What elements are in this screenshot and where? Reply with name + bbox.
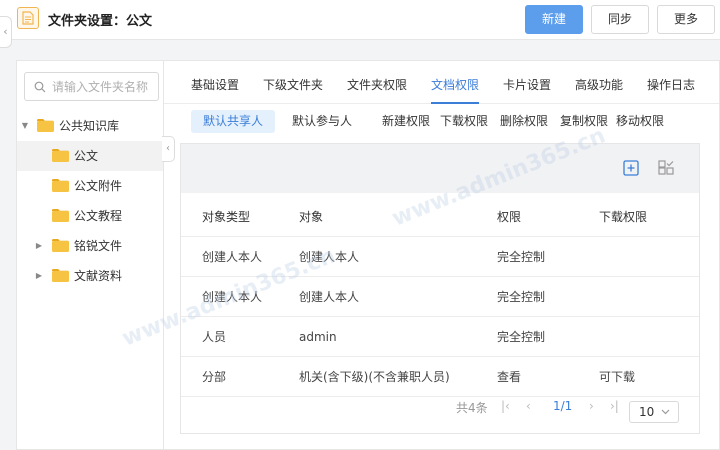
caret-down-icon[interactable]: ▼ (20, 111, 30, 141)
cell-permission: 完全控制 (497, 290, 546, 304)
folder-icon (52, 239, 69, 252)
prev-page-icon[interactable]: ‹ (526, 399, 531, 413)
cell-object: 创建人本人 (299, 290, 360, 304)
tree-item-doc-attachments[interactable]: 公文附件 (17, 171, 163, 201)
more-button[interactable]: 更多 (657, 5, 715, 34)
tab-document-permissions[interactable]: 文档权限 (431, 76, 479, 98)
last-page-icon[interactable]: ›| (610, 399, 619, 413)
folder-icon (52, 149, 69, 162)
chevron-left-icon: ‹ (3, 25, 8, 38)
column-header: 下载权限 (599, 210, 648, 224)
tab-advanced[interactable]: 高级功能 (575, 76, 623, 98)
pagination-total: 共4条 (456, 401, 488, 415)
subtab-copy-permission[interactable]: 复制权限 (560, 110, 608, 133)
tree-item-literature[interactable]: ▶ 文献资料 (17, 261, 163, 291)
caret-right-icon[interactable]: ▶ (34, 261, 44, 291)
next-page-icon[interactable]: › (589, 399, 594, 413)
tree-item-doc-tutorials[interactable]: 公文教程 (17, 201, 163, 231)
tab-card-settings[interactable]: 卡片设置 (503, 76, 551, 98)
folder-icon (52, 179, 69, 192)
folder-sidebar: ▼ 公共知识库 公文 公文附件 公文教程 ▶ 铭锐文件 ▶ 文献资料 (16, 60, 163, 450)
table-row[interactable]: 创建人本人 创建人本人 完全控制 (181, 237, 699, 277)
search-icon (34, 81, 46, 93)
tree-item-label: 公文附件 (74, 179, 123, 193)
collapse-left-button[interactable]: ‹ (0, 16, 12, 48)
folder-icon (52, 269, 69, 282)
tab-subfolders[interactable]: 下级文件夹 (263, 76, 323, 98)
collapse-sidebar-button[interactable]: ‹ (162, 136, 175, 162)
tab-basic-settings[interactable]: 基础设置 (191, 76, 239, 98)
cell-object: 创建人本人 (299, 250, 360, 264)
cell-permission: 查看 (497, 370, 522, 384)
column-header: 对象 (299, 210, 324, 224)
subtab-move-permission[interactable]: 移动权限 (616, 110, 664, 133)
cell-object: 机关(含下级)(不含兼职人员) (299, 370, 450, 384)
page-size-select[interactable]: 10 (629, 401, 679, 423)
sync-button[interactable]: 同步 (591, 5, 649, 34)
subtab-delete-permission[interactable]: 删除权限 (500, 110, 548, 133)
first-page-icon[interactable]: |‹ (501, 399, 510, 413)
page-size-value: 10 (639, 405, 655, 419)
subtab-create-permission[interactable]: 新建权限 (382, 110, 430, 133)
permissions-panel: 对象类型 对象 权限 下载权限 创建人本人 创建人本人 完全控制 创建人本人 创… (180, 143, 700, 434)
column-header: 对象类型 (202, 210, 251, 224)
add-icon[interactable] (622, 159, 640, 177)
tree-item-public-library[interactable]: ▼ 公共知识库 (17, 111, 163, 141)
folder-icon (37, 119, 54, 132)
cell-object: admin (299, 330, 337, 344)
folder-icon (52, 209, 69, 222)
tree-item-label: 铭锐文件 (74, 239, 123, 253)
table-row[interactable]: 创建人本人 创建人本人 完全控制 (181, 277, 699, 317)
folder-search-input[interactable] (52, 78, 156, 96)
subtab-download-permission[interactable]: 下载权限 (440, 110, 488, 133)
column-header: 权限 (497, 210, 522, 224)
table-toolbar (181, 144, 699, 193)
tree-item-label: 文献资料 (74, 269, 123, 283)
cell-object-type: 分部 (202, 370, 227, 384)
tree-item-official-docs[interactable]: 公文 (17, 141, 163, 171)
tree-item-label: 公文 (74, 149, 99, 163)
table-header-row: 对象类型 对象 权限 下载权限 (181, 197, 699, 237)
chevron-left-icon: ‹ (166, 143, 170, 154)
table-row[interactable]: 分部 机关(含下级)(不含兼职人员) 查看 可下载 (181, 357, 699, 397)
main-panel: 基础设置 下级文件夹 文件夹权限 文档权限 卡片设置 高级功能 操作日志 默认共… (163, 60, 720, 450)
subtab-default-participants[interactable]: 默认参与人 (292, 110, 352, 133)
caret-right-icon[interactable]: ▶ (34, 231, 44, 261)
page-indicator: 1/1 (553, 399, 573, 413)
table-row[interactable]: 人员 admin 完全控制 (181, 317, 699, 357)
tab-operation-log[interactable]: 操作日志 (647, 76, 695, 98)
cell-permission: 完全控制 (497, 250, 546, 264)
cell-download-permission: 可下载 (599, 370, 636, 384)
new-button[interactable]: 新建 (525, 5, 583, 34)
tab-folder-permissions[interactable]: 文件夹权限 (347, 76, 407, 98)
cell-object-type: 人员 (202, 330, 227, 344)
cell-object-type: 创建人本人 (202, 290, 263, 304)
page-title: 文件夹设置：公文 (48, 14, 153, 29)
chevron-down-icon (661, 409, 670, 415)
tree-item-label: 公共知识库 (59, 119, 120, 133)
page-header: ‹ 文件夹设置：公文 新建 同步 更多 (0, 0, 720, 48)
cell-permission: 完全控制 (497, 330, 546, 344)
cell-object-type: 创建人本人 (202, 250, 263, 264)
document-icon (17, 7, 39, 29)
batch-select-icon[interactable] (657, 159, 675, 177)
active-tab-indicator (431, 102, 479, 104)
tree-item-label: 公文教程 (74, 209, 123, 223)
subtab-default-sharers[interactable]: 默认共享人 (191, 110, 276, 133)
folder-search[interactable] (24, 72, 159, 101)
tree-item-mingrui-files[interactable]: ▶ 铭锐文件 (17, 231, 163, 261)
